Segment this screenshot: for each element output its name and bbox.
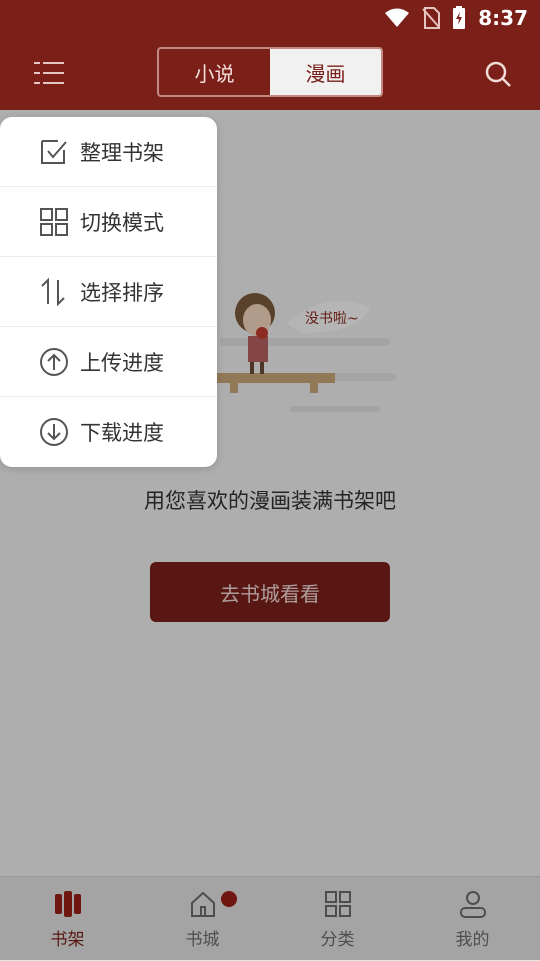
status-time: 8:37 <box>478 6 528 30</box>
menu-icon[interactable] <box>34 59 64 87</box>
no-sim-icon <box>422 7 441 29</box>
menu-label-download-progress: 下载进度 <box>80 421 164 445</box>
menu-item-download-progress[interactable]: 下载进度 <box>0 397 217 467</box>
grid-icon <box>40 207 68 236</box>
menu-item-sort[interactable]: 选择排序 <box>0 257 217 327</box>
battery-charging-icon <box>453 6 466 29</box>
category-segmented-control: 小说 漫画 <box>157 47 383 97</box>
app-bar: 小说 漫画 <box>0 36 540 110</box>
wifi-icon <box>385 8 410 27</box>
menu-item-organize-shelf[interactable]: 整理书架 <box>0 117 217 187</box>
search-icon[interactable] <box>484 60 512 88</box>
tab-novel[interactable]: 小说 <box>159 49 270 95</box>
upload-icon <box>40 347 68 376</box>
menu-label-upload-progress: 上传进度 <box>80 350 164 375</box>
menu-label-sort: 选择排序 <box>80 280 164 305</box>
menu-item-upload-progress[interactable]: 上传进度 <box>0 327 217 397</box>
sort-icon <box>41 277 65 306</box>
menu-label-organize-shelf: 整理书架 <box>80 140 164 165</box>
download-icon <box>40 418 68 446</box>
shelf-options-popup: 整理书架 切换模式 选择排序 上传进度 下载进度 <box>0 117 217 467</box>
tab-comic[interactable]: 漫画 <box>270 49 381 95</box>
menu-item-switch-mode[interactable]: 切换模式 <box>0 187 217 257</box>
menu-label-switch-mode: 切换模式 <box>80 210 164 235</box>
status-bar: 8:37 <box>0 0 540 36</box>
edit-check-icon <box>41 139 67 164</box>
